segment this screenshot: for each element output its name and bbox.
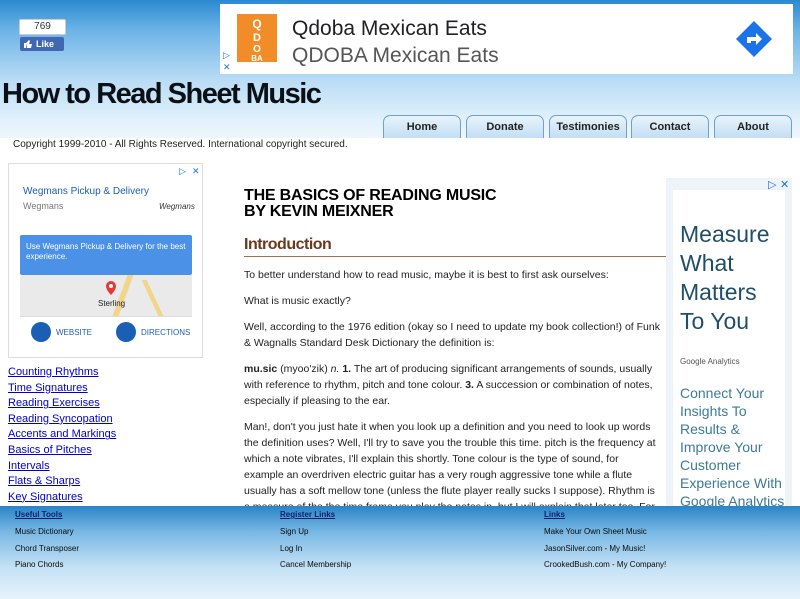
footer-link[interactable]: Make Your Own Sheet Music: [544, 527, 666, 544]
article-title-line: THE BASICS OF READING MUSIC: [244, 187, 497, 204]
adchoices-icon[interactable]: ▷: [179, 166, 186, 177]
ad-brand: Google Analytics: [680, 357, 740, 366]
lesson-link[interactable]: Time Signatures: [8, 381, 116, 397]
definition-word: mu.sic: [244, 363, 278, 375]
globe-icon[interactable]: [31, 322, 51, 342]
nav-home[interactable]: Home: [383, 115, 461, 138]
paragraph: Well, according to the 1976 edition (oka…: [244, 321, 660, 349]
lesson-link[interactable]: Reading Exercises: [8, 396, 116, 412]
lesson-link[interactable]: Accents and Markings: [8, 427, 116, 443]
ad-promo-text[interactable]: Use Wegmans Pickup & Delivery for the be…: [20, 235, 192, 275]
footer-column-links: Links Make Your Own Sheet Music JasonSil…: [544, 510, 666, 577]
site-footer: Useful Tools Music Dictionary Chord Tran…: [0, 506, 800, 599]
like-count: 769: [19, 19, 66, 35]
nav-contact[interactable]: Contact: [631, 115, 709, 138]
thumbs-up-icon: [24, 40, 32, 48]
ad-title[interactable]: Qdoba Mexican Eats: [292, 17, 487, 41]
lesson-nav: Counting Rhythms Time Signatures Reading…: [8, 365, 116, 505]
site-title[interactable]: How to Read Sheet Music: [2, 78, 322, 111]
adchoices-icon[interactable]: ▷: [223, 50, 230, 61]
facebook-like-widget[interactable]: 769 Like: [19, 19, 66, 51]
map-label: Sterling: [98, 299, 126, 308]
like-label: Like: [36, 39, 55, 49]
directions-button[interactable]: DIRECTIONS: [141, 328, 190, 337]
footer-link[interactable]: Sign Up: [280, 527, 351, 544]
article: THE BASICS OF READING MUSIC BY KEVIN MEI…: [244, 188, 790, 531]
lesson-link[interactable]: Flats & Sharps: [8, 474, 116, 490]
ad-body[interactable]: Connect Your Insights To Results & Impro…: [680, 384, 785, 510]
footer-link[interactable]: Piano Chords: [15, 560, 79, 577]
footer-heading: Useful Tools: [15, 510, 63, 519]
ad-headline[interactable]: Measure What Matters To You: [680, 220, 785, 336]
close-ad-icon[interactable]: ✕: [223, 62, 231, 73]
paragraph: To better understand how to read music, …: [244, 269, 609, 281]
paragraph: What is music exactly?: [244, 295, 351, 307]
footer-link[interactable]: Music Dictionary: [15, 527, 79, 544]
ad-content[interactable]: Measure What Matters To You Google Analy…: [673, 190, 785, 510]
nav-donate[interactable]: Donate: [466, 115, 544, 138]
lesson-link[interactable]: Intervals: [8, 459, 116, 475]
svg-text:D: D: [253, 32, 261, 44]
close-ad-icon[interactable]: ✕: [192, 166, 200, 177]
wegmans-logo: Wegmans: [159, 202, 195, 211]
svg-text:Q: Q: [252, 17, 261, 31]
definition-pronunciation: (myoo'zik): [280, 363, 328, 375]
footer-link[interactable]: Cancel Membership: [280, 560, 351, 577]
map-road: [141, 280, 164, 316]
map-pin-icon: [106, 281, 116, 295]
definition-number: 1.: [342, 363, 352, 375]
footer-link[interactable]: Log In: [280, 544, 351, 561]
directions-arrow-icon[interactable]: [736, 21, 772, 57]
facebook-like-button[interactable]: Like: [20, 37, 64, 51]
ad-advertiser: Wegmans: [23, 201, 64, 211]
lesson-link[interactable]: Counting Rhythms: [8, 365, 116, 381]
right-sidebar-ad[interactable]: ▷ ✕ Measure What Matters To You Google A…: [666, 178, 792, 510]
copyright-notice: Copyright 1999-2010 - All Rights Reserve…: [13, 139, 348, 150]
top-banner-ad[interactable]: Q D O BA Qdoba Mexican Eats QDOBA Mexica…: [220, 4, 793, 74]
ad-subtitle[interactable]: QDOBA Mexican Eats: [292, 44, 499, 68]
footer-link[interactable]: JasonSilver.com - My Music!: [544, 544, 666, 561]
website-button[interactable]: WEBSITE: [56, 328, 92, 337]
directions-icon[interactable]: [116, 322, 136, 342]
qdoba-logo-icon: Q D O BA: [237, 14, 277, 62]
ad-headline[interactable]: Wegmans Pickup & Delivery: [23, 186, 149, 197]
definition-pos: n.: [330, 363, 340, 375]
definition-number: 3.: [465, 379, 474, 391]
lesson-link[interactable]: Key Signatures: [8, 490, 116, 506]
footer-column-register-links: Register Links Sign Up Log In Cancel Mem…: [280, 510, 351, 577]
svg-text:BA: BA: [251, 54, 263, 62]
article-byline: BY KEVIN MEIXNER: [244, 203, 394, 220]
site-header: 769 Like Q D O BA Qdoba Mexican Eats QDO…: [0, 0, 800, 138]
article-title: THE BASICS OF READING MUSIC BY KEVIN MEI…: [244, 188, 660, 220]
footer-heading: Register Links: [280, 510, 336, 519]
footer-column-useful-tools: Useful Tools Music Dictionary Chord Tran…: [15, 510, 79, 577]
footer-link[interactable]: Chord Transposer: [15, 544, 79, 561]
footer-link[interactable]: CrookedBush.com - My Company!: [544, 560, 666, 577]
nav-testimonies[interactable]: Testimonies: [549, 115, 627, 138]
definition: mu.sic (myoo'zik) n. 1. The art of produ…: [244, 361, 660, 409]
ad-map[interactable]: Sterling: [20, 275, 192, 316]
footer-heading: Links: [544, 510, 565, 519]
lesson-link[interactable]: Reading Syncopation: [8, 412, 116, 428]
ad-action-bar: WEBSITE DIRECTIONS: [20, 316, 192, 350]
left-sidebar-ad[interactable]: ▷ ✕ Wegmans Pickup & Delivery Wegmans We…: [8, 163, 203, 358]
nav-about[interactable]: About: [714, 115, 792, 138]
lesson-link[interactable]: Basics of Pitches: [8, 443, 116, 459]
